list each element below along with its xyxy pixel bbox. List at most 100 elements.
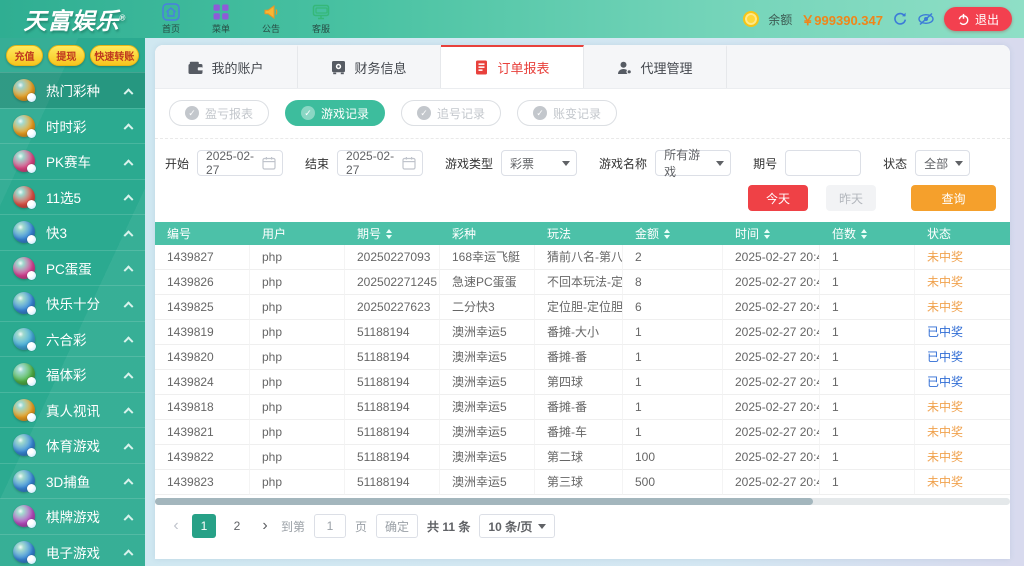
deposit-button[interactable]: 充值 <box>6 45 43 66</box>
chevron-down-icon <box>955 160 964 166</box>
tab-finance-info[interactable]: 财务信息 <box>298 45 441 88</box>
main-panel: 我的账户 财务信息 订单报表 代理管理 ✓ 盈亏报表 ✓ 游戏记录 ✓ 追号记录… <box>155 45 1010 559</box>
calendar-icon <box>262 156 276 170</box>
nav-announcement-label: 公告 <box>261 24 280 34</box>
lottery-ball-icon <box>13 469 36 493</box>
issue-label: 期号 <box>753 156 778 171</box>
col-issue: 期号 <box>345 222 440 245</box>
header-nav: 首页 菜单 公告 客服 <box>154 3 338 35</box>
issue-input[interactable] <box>785 150 862 176</box>
lottery-ball-icon <box>13 114 36 138</box>
chevron-up-icon <box>123 443 134 454</box>
sidebar-item-11x5[interactable]: 11选5 <box>0 178 145 215</box>
sidebar-item-live-casino[interactable]: 真人视讯 <box>0 391 145 428</box>
chevron-up-icon <box>123 194 134 205</box>
lottery-ball-icon <box>13 292 36 316</box>
coin-icon <box>743 11 760 27</box>
prev-page-icon[interactable]: ‹ <box>169 517 183 535</box>
filter-area: 开始 2025-02-27 结束 2025-02-27 游戏类型 彩票 游戏名称 <box>155 139 1010 211</box>
balance-value: ￥999390.347 <box>801 12 883 28</box>
sort-icon[interactable] <box>861 228 868 239</box>
nav-customer-service[interactable]: 客服 <box>304 3 338 35</box>
sidebar-item-pk-racing[interactable]: PK赛车 <box>0 143 145 179</box>
page-button-2[interactable]: 2 <box>225 514 249 538</box>
table-row: 1439822 php 51188194 澳洲幸运5 第二球 100 2025-02-27 … <box>155 445 1010 470</box>
lottery-ball-icon <box>13 327 36 351</box>
horizontal-scrollbar[interactable] <box>155 498 1010 505</box>
lottery-ball-icon <box>13 79 36 103</box>
nav-customer-service-label: 客服 <box>311 24 330 34</box>
sidebar-item-k3[interactable]: 快3 <box>0 214 145 250</box>
tab-my-account[interactable]: 我的账户 <box>155 45 298 88</box>
lottery-ball-icon <box>13 256 36 280</box>
sort-icon[interactable] <box>386 228 393 239</box>
sidebar-item-futicai[interactable]: 福体彩 <box>0 356 145 392</box>
subtab-chase-records[interactable]: ✓ 追号记录 <box>401 100 502 126</box>
sort-icon[interactable] <box>764 228 771 239</box>
chevron-up-icon <box>123 407 134 418</box>
status-badge: 未中奖 <box>915 245 1010 270</box>
sidebar-item-board-games[interactable]: 棋牌游戏 <box>0 498 145 534</box>
check-circle-icon: ✓ <box>533 106 548 120</box>
hide-balance-icon[interactable] <box>917 11 935 27</box>
goto-confirm-button[interactable]: 确定 <box>376 514 419 538</box>
table-row: 1439821 php 51188194 澳洲幸运5 番摊-车 1 2025-02-27 2… <box>155 420 1010 445</box>
page-size-select[interactable]: 10 条/页 <box>479 514 556 538</box>
game-name-select[interactable]: 所有游戏 <box>655 148 732 179</box>
table-header-row: 编号 用户 期号 彩种 玩法 金额 时间 倍数 状态 <box>155 222 1010 245</box>
logout-button[interactable]: 退出 <box>943 7 1012 31</box>
goto-label: 到第 <box>281 519 306 534</box>
subtab-account-changes[interactable]: ✓ 账变记录 <box>517 100 618 126</box>
today-button[interactable]: 今天 <box>748 185 808 211</box>
withdraw-button[interactable]: 提现 <box>47 45 85 66</box>
status-select[interactable]: 全部 <box>915 150 971 176</box>
announcement-icon <box>262 3 280 21</box>
sidebar-item-klsf[interactable]: 快乐十分 <box>0 285 145 321</box>
chevron-down-icon <box>538 523 547 529</box>
sidebar-item-slots[interactable]: 电子游戏 <box>0 533 145 566</box>
tab-order-report[interactable]: 订单报表 <box>441 45 584 88</box>
sidebar-item-3d-fishing[interactable]: 3D捕鱼 <box>0 462 145 499</box>
sidebar-item-sports[interactable]: 体育游戏 <box>0 427 145 463</box>
sidebar-item-hot-lottery[interactable]: 热门彩种 <box>0 72 145 108</box>
nav-announcement[interactable]: 公告 <box>254 3 288 35</box>
lottery-ball-icon <box>13 398 36 422</box>
check-circle-icon: ✓ <box>417 106 432 120</box>
scrollbar-thumb[interactable] <box>155 498 814 505</box>
col-amount: 金额 <box>623 222 723 245</box>
col-time: 时间 <box>723 222 820 245</box>
sidebar-quick-buttons: 充值 提现 快速转账 <box>0 38 145 72</box>
sidebar-item-ssc[interactable]: 时时彩 <box>0 107 145 144</box>
sidebar-item-pc-dandan[interactable]: PC蛋蛋 <box>0 249 145 286</box>
balance-label: 余额 <box>768 12 793 27</box>
status-badge: 未中奖 <box>915 270 1010 295</box>
tab-agent-manage[interactable]: 代理管理 <box>584 45 727 88</box>
quick-transfer-button[interactable]: 快速转账 <box>89 45 139 66</box>
next-page-icon[interactable]: › <box>258 517 272 535</box>
subtab-profit-report[interactable]: ✓ 盈亏报表 <box>169 100 270 126</box>
col-user: 用户 <box>262 227 287 241</box>
game-type-select[interactable]: 彩票 <box>501 150 578 176</box>
goto-page-input[interactable] <box>314 514 347 538</box>
sidebar-item-mark-six[interactable]: 六合彩 <box>0 320 145 357</box>
start-date-input[interactable]: 2025-02-27 <box>197 149 284 177</box>
nav-menu[interactable]: 菜单 <box>204 3 238 35</box>
page-button-1[interactable]: 1 <box>192 514 216 538</box>
query-button[interactable]: 查询 <box>911 185 996 211</box>
sort-icon[interactable] <box>664 228 671 239</box>
status-badge: 未中奖 <box>915 420 1010 445</box>
end-date-input[interactable]: 2025-02-27 <box>337 149 424 177</box>
total-count-label: 共 11 条 <box>427 519 471 534</box>
status-badge: 未中奖 <box>915 295 1010 320</box>
col-id: 编号 <box>167 227 192 241</box>
status-badge: 未中奖 <box>915 395 1010 420</box>
nav-home[interactable]: 首页 <box>154 3 188 35</box>
lottery-ball-icon <box>13 221 36 245</box>
chevron-up-icon <box>123 159 134 170</box>
wallet-icon <box>188 61 203 75</box>
lottery-ball-icon <box>13 150 36 174</box>
yesterday-button[interactable]: 昨天 <box>826 185 876 211</box>
status-badge: 未中奖 <box>915 470 1010 495</box>
subtab-game-records[interactable]: ✓ 游戏记录 <box>285 100 386 126</box>
refresh-balance-icon[interactable] <box>892 11 908 27</box>
